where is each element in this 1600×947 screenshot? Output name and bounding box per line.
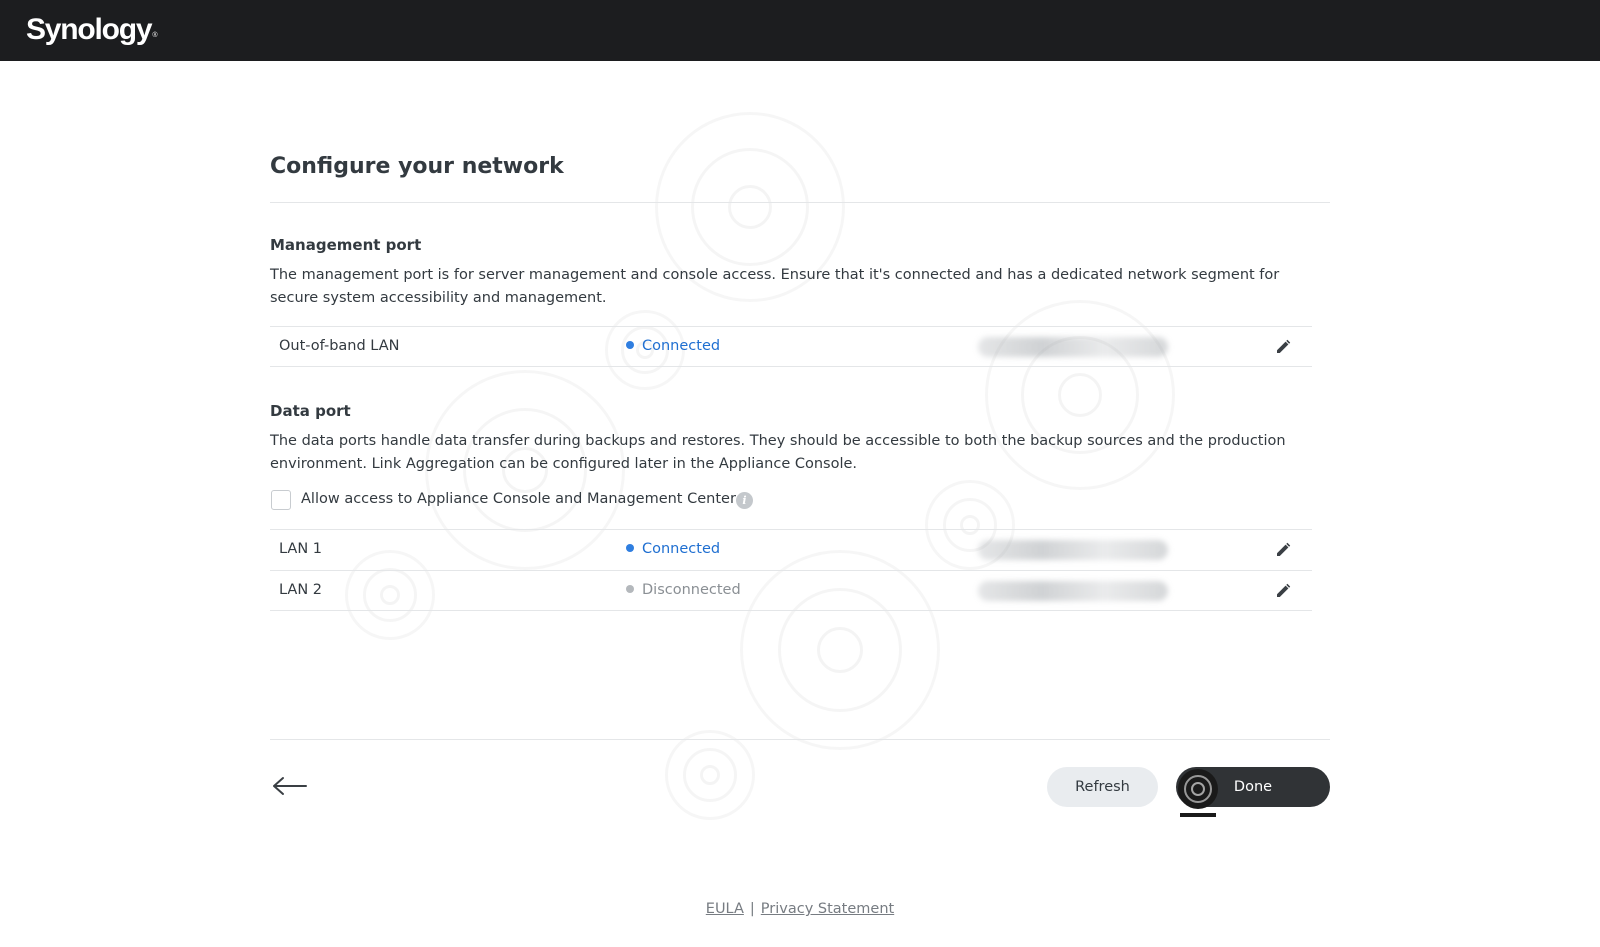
port-row-out-of-band-lan: Out-of-band LAN Connected <box>270 326 1312 367</box>
page-title: Configure your network <box>270 154 564 179</box>
synology-logo: Synology® <box>26 13 158 46</box>
status-dot <box>626 544 634 552</box>
management-port-table: Out-of-band LAN Connected <box>270 326 1312 367</box>
pencil-icon[interactable] <box>1274 338 1292 356</box>
privacy-statement-link[interactable]: Privacy Statement <box>761 901 894 917</box>
port-status: Connected <box>626 541 720 557</box>
appliance-access-label[interactable]: Allow access to Appliance Console and Ma… <box>301 491 736 507</box>
appliance-access-checkbox[interactable] <box>271 490 291 510</box>
refresh-button[interactable]: Refresh <box>1047 767 1158 807</box>
arrow-left-icon[interactable] <box>272 774 308 798</box>
pencil-icon[interactable] <box>1274 582 1292 600</box>
footer-divider <box>270 739 1330 740</box>
info-icon[interactable]: i <box>736 492 753 509</box>
ip-address-redacted <box>978 581 1168 601</box>
port-status: Disconnected <box>626 582 741 598</box>
port-name: LAN 2 <box>279 582 323 598</box>
status-text: Connected <box>642 338 721 354</box>
ip-address-redacted <box>978 337 1168 357</box>
footer-links: EULA | Privacy Statement <box>0 901 1600 917</box>
port-status: Connected <box>626 338 720 354</box>
watermark-swirl <box>665 730 755 820</box>
status-dot <box>626 585 634 593</box>
title-divider <box>270 202 1330 203</box>
data-port-table: LAN 1 Connected LAN 2 Disconnected <box>270 529 1312 611</box>
port-name: LAN 1 <box>279 541 323 557</box>
done-button[interactable]: Done <box>1176 767 1330 807</box>
status-dot <box>626 341 634 349</box>
port-row-lan2: LAN 2 Disconnected <box>270 570 1312 611</box>
data-port-description: The data ports handle data transfer duri… <box>270 433 1286 472</box>
top-bar: Synology® <box>0 0 1600 61</box>
pencil-icon[interactable] <box>1274 541 1292 559</box>
eula-link[interactable]: EULA <box>706 901 744 917</box>
footer-separator: | <box>749 901 755 917</box>
status-text: Disconnected <box>642 582 741 598</box>
management-port-description: The management port is for server manage… <box>270 267 1280 306</box>
port-row-lan1: LAN 1 Connected <box>270 529 1312 570</box>
ip-address-redacted <box>978 540 1168 560</box>
port-name: Out-of-band LAN <box>279 338 400 354</box>
data-port-title: Data port <box>270 402 351 420</box>
status-text: Connected <box>642 541 721 557</box>
management-port-title: Management port <box>270 236 422 254</box>
